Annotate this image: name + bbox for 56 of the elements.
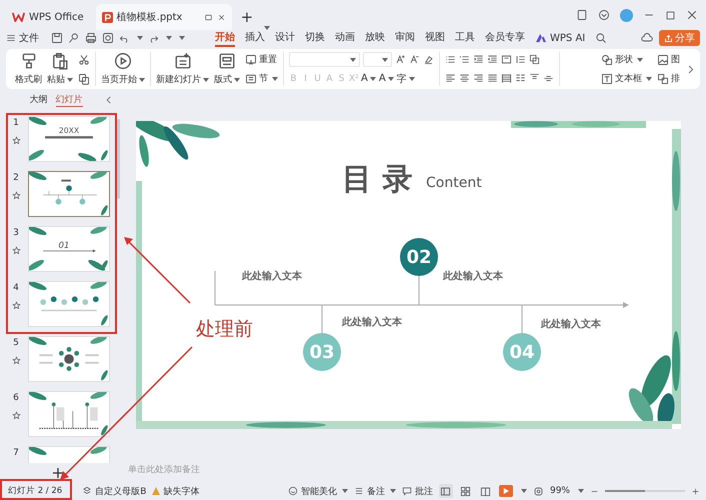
ribbon-tab[interactable]: 放映 (365, 30, 385, 46)
ribbon-tab[interactable]: 审阅 (395, 30, 415, 46)
ribbon-button[interactable]: 重置 (245, 52, 278, 67)
missing-fonts-button[interactable]: 缺失字体 (152, 484, 200, 498)
ribbon-tab[interactable]: 工具 (455, 30, 475, 46)
panel-tab[interactable]: 幻灯片 (56, 92, 82, 107)
ribbon-tab[interactable]: 切换 (305, 30, 325, 46)
window-tab[interactable]: WPS Office (6, 4, 90, 30)
ribbon-button[interactable]: 新建幻灯片 (156, 52, 209, 86)
ai-button[interactable]: WPS AI (535, 32, 586, 44)
number-circle: 04 (503, 333, 541, 371)
beautify-button[interactable]: 智能美化 (288, 484, 348, 498)
ribbon-tab[interactable]: 动画 (335, 30, 355, 46)
add-slide-button[interactable]: + (51, 463, 65, 482)
ribbon-tab[interactable]: 开始 (215, 30, 235, 46)
slide-counter: 幻灯片 2 / 26 (8, 485, 62, 497)
comments-button[interactable]: 批注 (402, 484, 433, 498)
new-tab-button[interactable]: + (238, 4, 256, 30)
zoom-level: 99% (550, 486, 570, 496)
placeholder-text: 此处输入文本 (342, 316, 402, 329)
ribbon-tab[interactable]: 设计 (275, 30, 295, 46)
slide-number: 5 (13, 338, 19, 348)
slide-subtitle: Content (426, 175, 482, 191)
slide-title: 目 录 (342, 161, 412, 199)
ribbon-button[interactable]: 形状 (601, 52, 652, 67)
slide-thumbnail[interactable]: 01 (28, 226, 110, 272)
slide-number: 3 (13, 228, 19, 238)
placeholder-text: 此处输入文本 (541, 318, 601, 331)
ribbon-tab[interactable]: 视图 (425, 30, 445, 46)
ribbon-tab[interactable]: 插入 (245, 30, 265, 46)
notes-button[interactable]: 备注 (354, 484, 396, 498)
slide-thumbnail[interactable]: 20XX (28, 116, 110, 162)
section-number: 01 (58, 240, 70, 251)
ribbon-button[interactable]: 文本框 (601, 71, 652, 86)
slide-number: 1 (13, 118, 19, 128)
slide-number: 2 (13, 172, 19, 183)
ribbon-button[interactable]: 粘贴 (47, 52, 73, 86)
ribbon-tab[interactable]: 会员专享 (485, 30, 525, 46)
ribbon-button[interactable]: 节 (245, 71, 278, 86)
number-circle: 02 (400, 238, 438, 276)
slide-number: 4 (13, 282, 19, 293)
ribbon-button[interactable]: 版式 (214, 52, 240, 86)
number-circle: 03 (303, 333, 341, 371)
ribbon-button[interactable]: 格式刷 (15, 52, 42, 86)
placeholder-text: 此处输入文本 (443, 270, 503, 283)
ribbon-button[interactable]: 当页开始 (101, 52, 145, 86)
slide-number: 6 (13, 392, 19, 403)
ribbon-button[interactable]: 排 (657, 71, 680, 86)
theme-button[interactable]: 自定义母版B (82, 484, 146, 498)
slide-number: 7 (13, 448, 19, 458)
file-menu[interactable]: 文件 (6, 31, 39, 45)
window-tab[interactable]: 植物模板.pptx (96, 4, 232, 30)
ribbon-button[interactable]: 图 (657, 52, 680, 67)
slide-thumbnail-title: 20XX (58, 126, 80, 135)
panel-tab[interactable]: 大纲 (30, 92, 48, 107)
placeholder-text: 此处输入文本 (242, 270, 302, 283)
